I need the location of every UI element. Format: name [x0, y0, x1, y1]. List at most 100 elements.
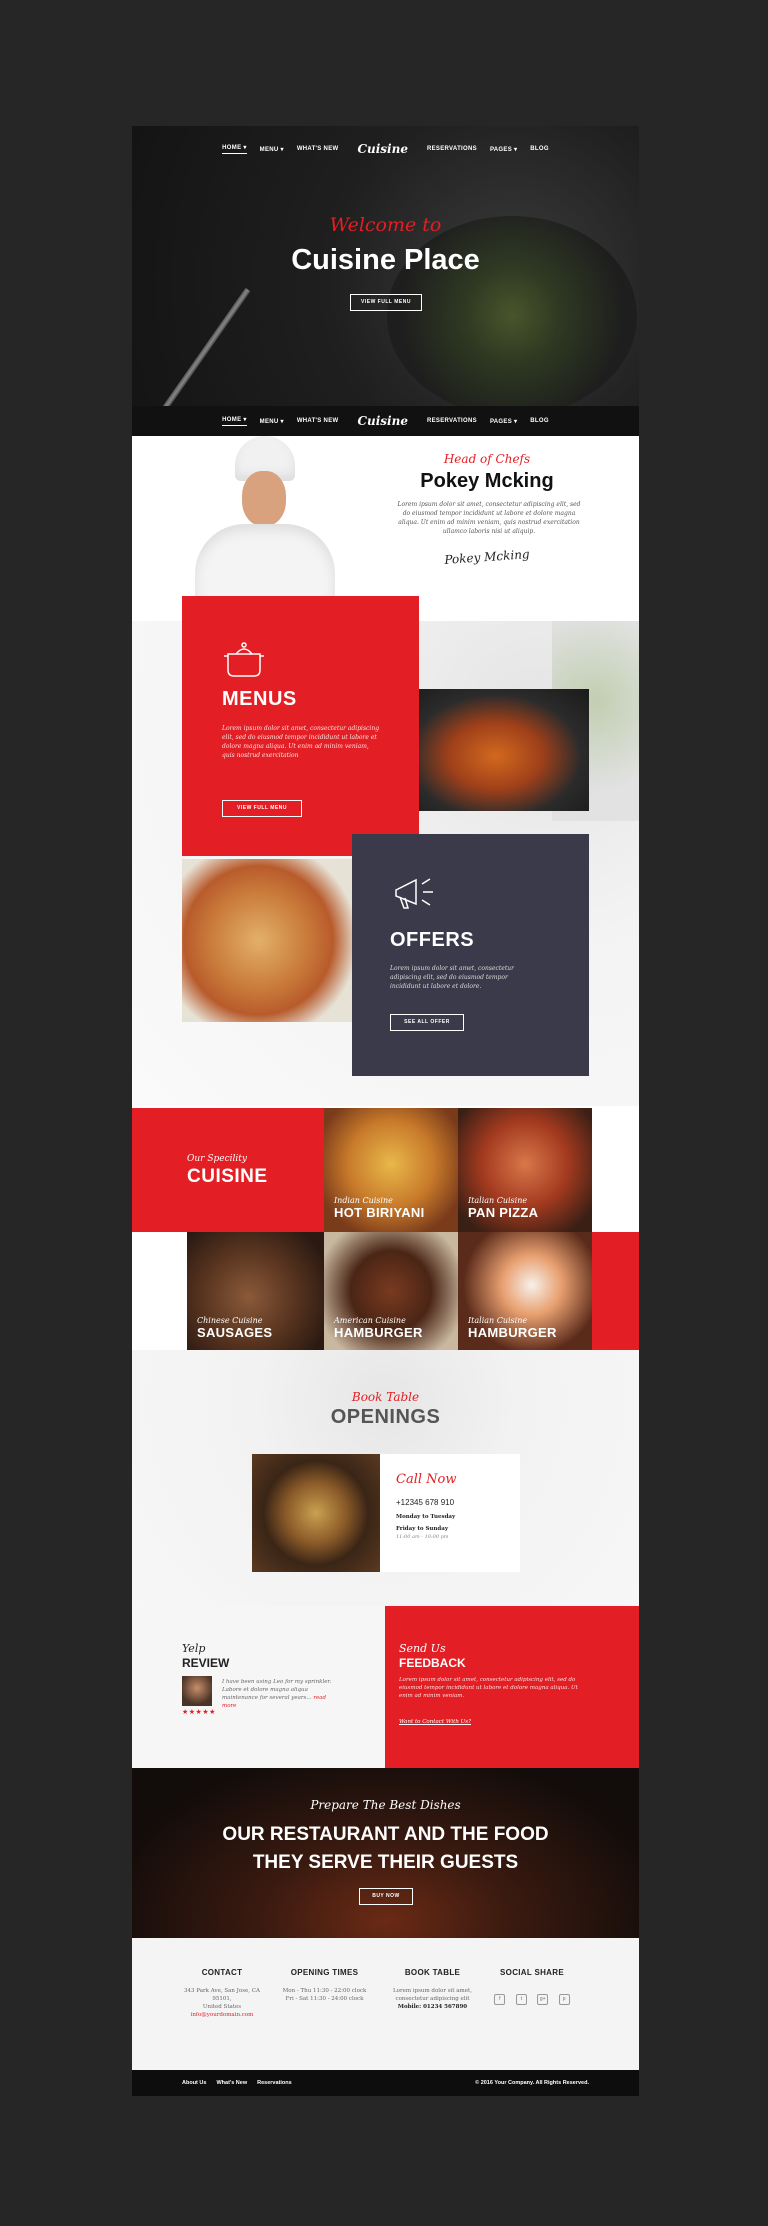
- hero-section: HOME ▾ MENU ▾ WHAT'S NEW Cuisine RESERVA…: [132, 126, 639, 416]
- tile-name: PAN PIZZA: [468, 1205, 539, 1220]
- nav-reservations[interactable]: RESERVATIONS: [427, 418, 477, 424]
- feedback-title: FEEDBACK: [399, 1656, 466, 1670]
- cuisine-tile[interactable]: American Cuisine HAMBURGER: [324, 1232, 458, 1350]
- bottom-link-whats-new[interactable]: What's New: [216, 2080, 247, 2086]
- review-text: I have been using Leo for my sprinkler. …: [222, 1678, 342, 1710]
- logo[interactable]: Cuisine: [357, 414, 408, 428]
- nav-pages[interactable]: PAGES ▾: [490, 418, 517, 425]
- specialty-script: Our Specility: [187, 1154, 247, 1164]
- feedback-section: Send Us FEEDBACK Lorem ipsum dolor sit a…: [385, 1606, 639, 1768]
- sticky-nav: HOME ▾ MENU ▾ WHAT'S NEW Cuisine RESERVA…: [132, 406, 639, 436]
- nav-blog[interactable]: BLOG: [530, 418, 549, 424]
- tile-name: SAUSAGES: [197, 1325, 273, 1340]
- top-nav: HOME ▾ MENU ▾ WHAT'S NEW Cuisine RESERVA…: [132, 134, 639, 164]
- logo[interactable]: Cuisine: [357, 142, 408, 156]
- pizza-image: [182, 859, 352, 1022]
- footer-book-title: BOOK TABLE: [404, 1968, 461, 1977]
- footer-book: BOOK TABLE Lorem ipsum dolor sit amet, c…: [385, 1968, 480, 2011]
- review-stars: ★★★★★: [182, 1709, 216, 1716]
- nav-whats-new[interactable]: WHAT'S NEW: [297, 418, 339, 424]
- chef-signature: Pokey Mcking: [443, 547, 531, 567]
- bottom-link-reservations[interactable]: Reservations: [257, 2080, 292, 2086]
- nav-whats-new[interactable]: WHAT'S NEW: [297, 146, 339, 152]
- cuisine-tile[interactable]: Indian Cuisine HOT BIRIYANI: [324, 1108, 458, 1232]
- twitter-icon[interactable]: t: [515, 1994, 527, 2005]
- nav-blog[interactable]: BLOG: [530, 146, 549, 152]
- tile-name: HAMBURGER: [468, 1325, 557, 1340]
- pinterest-icon[interactable]: p: [558, 1994, 570, 2005]
- tile-sub: Italian Cuisine: [468, 1196, 528, 1205]
- menus-text: Lorem ipsum dolor sit amet, consectetur …: [222, 725, 380, 759]
- specialty-red-strip: [592, 1232, 639, 1350]
- cuisine-tile[interactable]: Chinese Cuisine SAUSAGES: [187, 1232, 324, 1350]
- tile-name: HAMBURGER: [334, 1325, 423, 1340]
- review-section: Yelp REVIEW ★★★★★ I have been using Leo …: [132, 1606, 385, 1768]
- footer-book-1: Lorem ipsum dolor sit amet,: [393, 1988, 472, 1994]
- chef-section: Head of Chefs Pokey Mcking Lorem ipsum d…: [132, 436, 639, 601]
- days-line-1: Monday to Tuesday: [396, 1514, 456, 1520]
- footer-book-2: consectetur adipiscing elit: [395, 1996, 470, 2002]
- chef-photo: [187, 436, 347, 601]
- cuisine-tile[interactable]: Italian Cuisine PAN PIZZA: [458, 1108, 592, 1232]
- footer: CONTACT 343 Park Ave, San Jose, CA 95101…: [132, 1938, 639, 2070]
- review-title: REVIEW: [182, 1656, 230, 1670]
- hero-title: Cuisine Place: [291, 244, 480, 276]
- banner-line-2: THEY SERVE THEIR GUESTS: [252, 1852, 519, 1873]
- copyright: © 2016 Your Company. All Rights Reserved…: [475, 2080, 589, 2086]
- footer-address-2: United States: [202, 2004, 242, 2010]
- bottom-link-about[interactable]: About Us: [182, 2080, 206, 2086]
- page: HOME ▾ MENU ▾ WHAT'S NEW Cuisine RESERVA…: [132, 126, 639, 2096]
- hero-view-menu-button[interactable]: VIEW FULL MENU: [350, 294, 422, 311]
- megaphone-icon: [395, 878, 433, 909]
- menus-title: MENUS: [222, 688, 297, 710]
- menus-view-button[interactable]: VIEW FULL MENU: [222, 800, 302, 817]
- nav-menu[interactable]: MENU ▾: [260, 146, 284, 153]
- chef-text: Lorem ipsum dolor sit amet, consectetur …: [397, 501, 581, 535]
- footer-hours: OPENING TIMES Mon - Thu 11:30 - 22:00 cl…: [277, 1968, 372, 2003]
- offers-card: OFFERS Lorem ipsum dolor sit amet, conse…: [352, 834, 589, 1076]
- cooking-pot-icon: [224, 642, 264, 677]
- nav-pages[interactable]: PAGES ▾: [490, 146, 517, 153]
- tile-sub: Italian Cuisine: [468, 1316, 528, 1325]
- hero-fork-image: [159, 287, 251, 415]
- review-script: Yelp: [182, 1642, 206, 1655]
- footer-hours-1: Mon - Thu 11:30 - 22:00 clock: [282, 1988, 367, 1994]
- bottom-bar: About Us What's New Reservations © 2016 …: [132, 2070, 639, 2096]
- google-plus-icon[interactable]: g+: [537, 1994, 549, 2005]
- chef-face: [242, 471, 286, 526]
- footer-address-1: 343 Park Ave, San Jose, CA 95101,: [184, 1988, 260, 2002]
- footer-social-title: SOCIAL SHARE: [500, 1968, 564, 1977]
- chef-script: Head of Chefs: [443, 452, 531, 466]
- buy-now-button[interactable]: BUY NOW: [359, 1888, 413, 1905]
- tile-sub: Chinese Cuisine: [197, 1316, 263, 1325]
- footer-contact: CONTACT 343 Park Ave, San Jose, CA 95101…: [177, 1968, 267, 2019]
- call-phone[interactable]: +12345 678 910: [396, 1498, 454, 1507]
- bottom-links: About Us What's New Reservations: [182, 2080, 292, 2086]
- nav-home[interactable]: HOME ▾: [222, 416, 247, 426]
- footer-social: SOCIAL SHARE f t g+ p: [487, 1968, 577, 2005]
- chef-jacket: [195, 524, 335, 601]
- footer-hours-title: OPENING TIMES: [290, 1968, 359, 1977]
- contact-link[interactable]: Want to Contact With Us?: [399, 1718, 471, 1727]
- cta-banner: Prepare The Best Dishes OUR RESTAURANT A…: [132, 1768, 639, 1938]
- footer-email[interactable]: info@yourdomain.com: [177, 2011, 267, 2019]
- tile-sub: Indian Cuisine: [334, 1196, 393, 1205]
- offers-title: OFFERS: [390, 929, 475, 951]
- tile-sub: American Cuisine: [334, 1316, 406, 1325]
- feedback-text: Lorem ipsum dolor sit amet, consectetur …: [399, 1677, 578, 1699]
- facebook-icon[interactable]: f: [494, 1994, 506, 2005]
- tile-name: HOT BIRIYANI: [334, 1205, 425, 1220]
- days-line-2: Friday to Sunday: [396, 1526, 449, 1532]
- footer-mobile: Mobile: 01234 567890: [397, 2004, 468, 2010]
- offers-see-all-button[interactable]: SEE ALL OFFER: [390, 1014, 464, 1031]
- footer-contact-title: CONTACT: [201, 1968, 243, 1977]
- reviewer-avatar: [182, 1676, 212, 1706]
- cuisine-tile[interactable]: Italian Cuisine HAMBURGER: [458, 1232, 592, 1350]
- banner-script: Prepare The Best Dishes: [310, 1798, 461, 1812]
- nav-home[interactable]: HOME ▾: [222, 144, 247, 154]
- nav-menu[interactable]: MENU ▾: [260, 418, 284, 425]
- nav-reservations[interactable]: RESERVATIONS: [427, 146, 477, 152]
- chef-name: Pokey Mcking: [420, 470, 554, 492]
- openings-title: OPENINGS: [330, 1406, 441, 1428]
- footer-hours-2: Fri - Sat 11:30 - 24:00 clock: [285, 1996, 364, 2002]
